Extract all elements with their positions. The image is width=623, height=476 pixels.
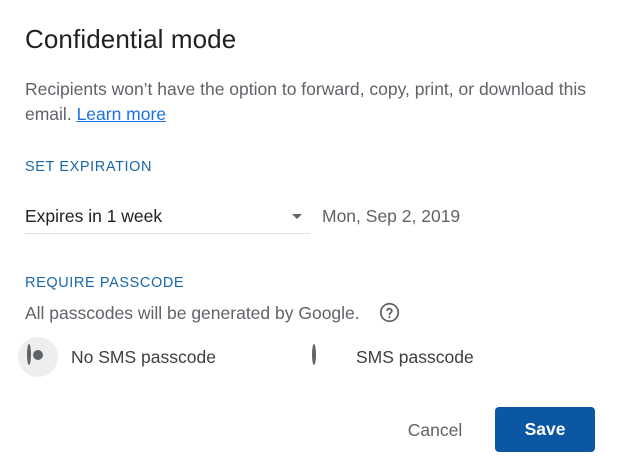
radio-sms-passcode[interactable]: SMS passcode xyxy=(312,344,474,368)
cancel-button[interactable]: Cancel xyxy=(390,408,480,452)
radio-label-sms: SMS passcode xyxy=(356,346,474,367)
save-button[interactable]: Save xyxy=(495,407,595,452)
confidential-mode-dialog: Confidential mode Recipients won’t have … xyxy=(0,0,623,476)
passcode-info-text: All passcodes will be generated by Googl… xyxy=(25,303,360,323)
expiration-select-value: Expires in 1 week xyxy=(25,206,163,226)
question-circle-icon[interactable] xyxy=(379,302,400,323)
require-passcode-label: REQUIRE PASSCODE xyxy=(25,275,185,291)
learn-more-link[interactable]: Learn more xyxy=(77,104,167,124)
expiration-date: Mon, Sep 2, 2019 xyxy=(322,206,461,226)
radio-no-sms-wrap[interactable] xyxy=(18,337,58,377)
radio-button-checked[interactable] xyxy=(27,344,31,365)
dialog-title: Confidential mode xyxy=(25,24,237,54)
radio-label-no-sms: No SMS passcode xyxy=(71,346,216,367)
radio-no-sms-passcode[interactable]: No SMS passcode xyxy=(18,337,216,377)
radio-sms-wrap[interactable] xyxy=(312,344,334,368)
expiration-select[interactable]: Expires in 1 week xyxy=(25,200,310,234)
dialog-description: Recipients won’t have the option to forw… xyxy=(25,77,595,127)
radio-button-unchecked[interactable] xyxy=(312,344,316,365)
set-expiration-label: SET EXPIRATION xyxy=(25,159,153,175)
chevron-down-icon xyxy=(292,214,302,219)
